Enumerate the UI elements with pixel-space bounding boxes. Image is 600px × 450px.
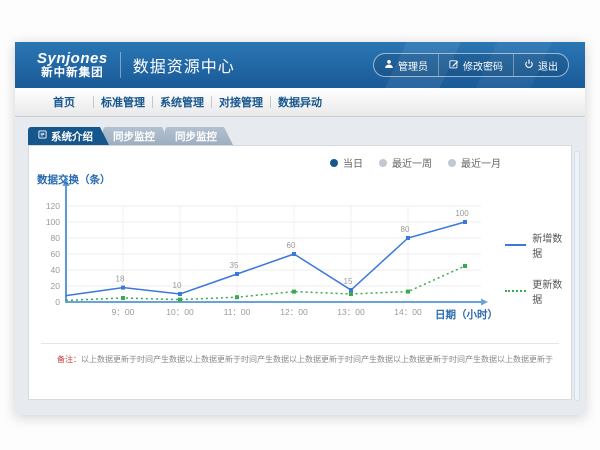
admin-user-label: 管理员 <box>398 58 428 73</box>
legend-label: 更新数据 <box>532 276 571 306</box>
nav-item-standard-mgmt[interactable]: 标准管理 <box>94 94 152 110</box>
svg-text:数据交换（条）: 数据交换（条） <box>36 173 111 186</box>
svg-text:14：00: 14：00 <box>394 307 422 317</box>
svg-text:13：00: 13：00 <box>337 307 365 317</box>
footnote-text: 以上数据更新于时间产生数据以上数据更新于时间产生数据以上数据更新于时间产生数据以… <box>81 355 553 364</box>
svg-text:60: 60 <box>51 249 61 259</box>
tab-sync-monitor-2[interactable]: 同步监控 <box>165 127 233 145</box>
tab-label: 同步监控 <box>175 129 217 144</box>
svg-text:120: 120 <box>46 201 60 211</box>
legend-line-sample <box>505 290 526 292</box>
logout-label: 退出 <box>538 58 558 73</box>
legend-line-sample <box>505 244 526 246</box>
legend-item-更新数据[interactable]: 更新数据 <box>505 276 571 306</box>
tab-bar: 系统介绍 同步监控 同步监控 <box>28 127 233 145</box>
svg-text:20: 20 <box>51 281 61 291</box>
main-nav: 首页 标准管理 系统管理 对接管理 数据异动 <box>15 88 585 117</box>
svg-text:日期（小时）: 日期（小时） <box>435 308 498 321</box>
power-icon <box>524 59 534 72</box>
svg-text:10: 10 <box>173 281 182 290</box>
panel-divider <box>41 343 559 344</box>
svg-text:10：00: 10：00 <box>166 307 194 317</box>
content-area: 系统介绍 同步监控 同步监控 当日 最近一周 <box>15 117 585 415</box>
nav-item-data-change[interactable]: 数据异动 <box>271 94 329 110</box>
nav-item-system-mgmt[interactable]: 系统管理 <box>153 94 211 110</box>
user-icon <box>384 59 394 72</box>
svg-text:12：00: 12：00 <box>280 307 308 317</box>
app-window: Synjones 新中新集团 数据资源中心 管理员 修改密码 <box>15 42 585 415</box>
edit-icon <box>449 59 459 72</box>
radio-label: 当日 <box>343 155 363 170</box>
svg-text:80: 80 <box>401 225 410 234</box>
legend-label: 新增数据 <box>532 230 571 260</box>
svg-text:35: 35 <box>230 261 239 270</box>
logout-button[interactable]: 退出 <box>513 54 568 76</box>
radio-last-month[interactable]: 最近一月 <box>448 155 501 170</box>
nav-item-interface-mgmt[interactable]: 对接管理 <box>212 94 270 110</box>
tab-label: 同步监控 <box>113 129 155 144</box>
line-chart: 0 20 40 60 80 100 120 9：00 10：00 11：00 12：00 13：00 1… <box>31 170 503 335</box>
radio-today[interactable]: 当日 <box>330 155 363 170</box>
svg-text:60: 60 <box>287 241 296 250</box>
radio-label: 最近一月 <box>461 155 501 170</box>
chart-panel: 当日 最近一周 最近一月 0 20 40 60 80 100 120 9：00 10：00 11：… <box>28 145 572 400</box>
change-password-button[interactable]: 修改密码 <box>438 54 513 76</box>
svg-text:100: 100 <box>455 209 469 218</box>
change-password-label: 修改密码 <box>463 58 503 73</box>
document-icon <box>38 130 47 142</box>
tab-sync-monitor-1[interactable]: 同步监控 <box>103 127 171 145</box>
svg-text:0: 0 <box>55 297 60 307</box>
svg-text:40: 40 <box>51 265 61 275</box>
app-title: 数据资源中心 <box>133 53 235 77</box>
chart-legend: 新增数据更新数据 <box>505 230 571 306</box>
svg-text:80: 80 <box>51 233 61 243</box>
footnote-prefix: 备注： <box>57 355 81 364</box>
radio-icon <box>379 159 387 167</box>
time-range-filter: 当日 最近一周 最近一月 <box>330 155 501 170</box>
svg-text:100: 100 <box>46 217 60 227</box>
radio-last-week[interactable]: 最近一周 <box>379 155 432 170</box>
radio-icon <box>330 159 338 167</box>
radio-icon <box>448 159 456 167</box>
tab-system-intro[interactable]: 系统介绍 <box>28 127 109 145</box>
legend-item-新增数据[interactable]: 新增数据 <box>505 230 571 260</box>
nav-item-home[interactable]: 首页 <box>35 94 93 110</box>
svg-text:18: 18 <box>116 275 125 284</box>
company-logo: Synjones 新中新集团 <box>37 51 108 79</box>
svg-text:11：00: 11：00 <box>224 307 251 317</box>
user-toolbar: 管理员 修改密码 退出 <box>373 53 569 77</box>
header: Synjones 新中新集团 数据资源中心 管理员 修改密码 <box>15 42 585 88</box>
scrollbar[interactable] <box>574 151 580 401</box>
radio-label: 最近一周 <box>392 155 432 170</box>
logo-text-en: Synjones <box>37 51 108 67</box>
logo-text-cn: 新中新集团 <box>37 67 108 79</box>
logo-divider <box>120 52 121 78</box>
footnote: 备注：以上数据更新于时间产生数据以上数据更新于时间产生数据以上数据更新于时间产生… <box>57 354 561 365</box>
admin-user-button[interactable]: 管理员 <box>374 54 438 76</box>
svg-text:9：00: 9：00 <box>112 307 135 317</box>
svg-text:15: 15 <box>344 277 353 286</box>
tab-label: 系统介绍 <box>51 129 93 144</box>
